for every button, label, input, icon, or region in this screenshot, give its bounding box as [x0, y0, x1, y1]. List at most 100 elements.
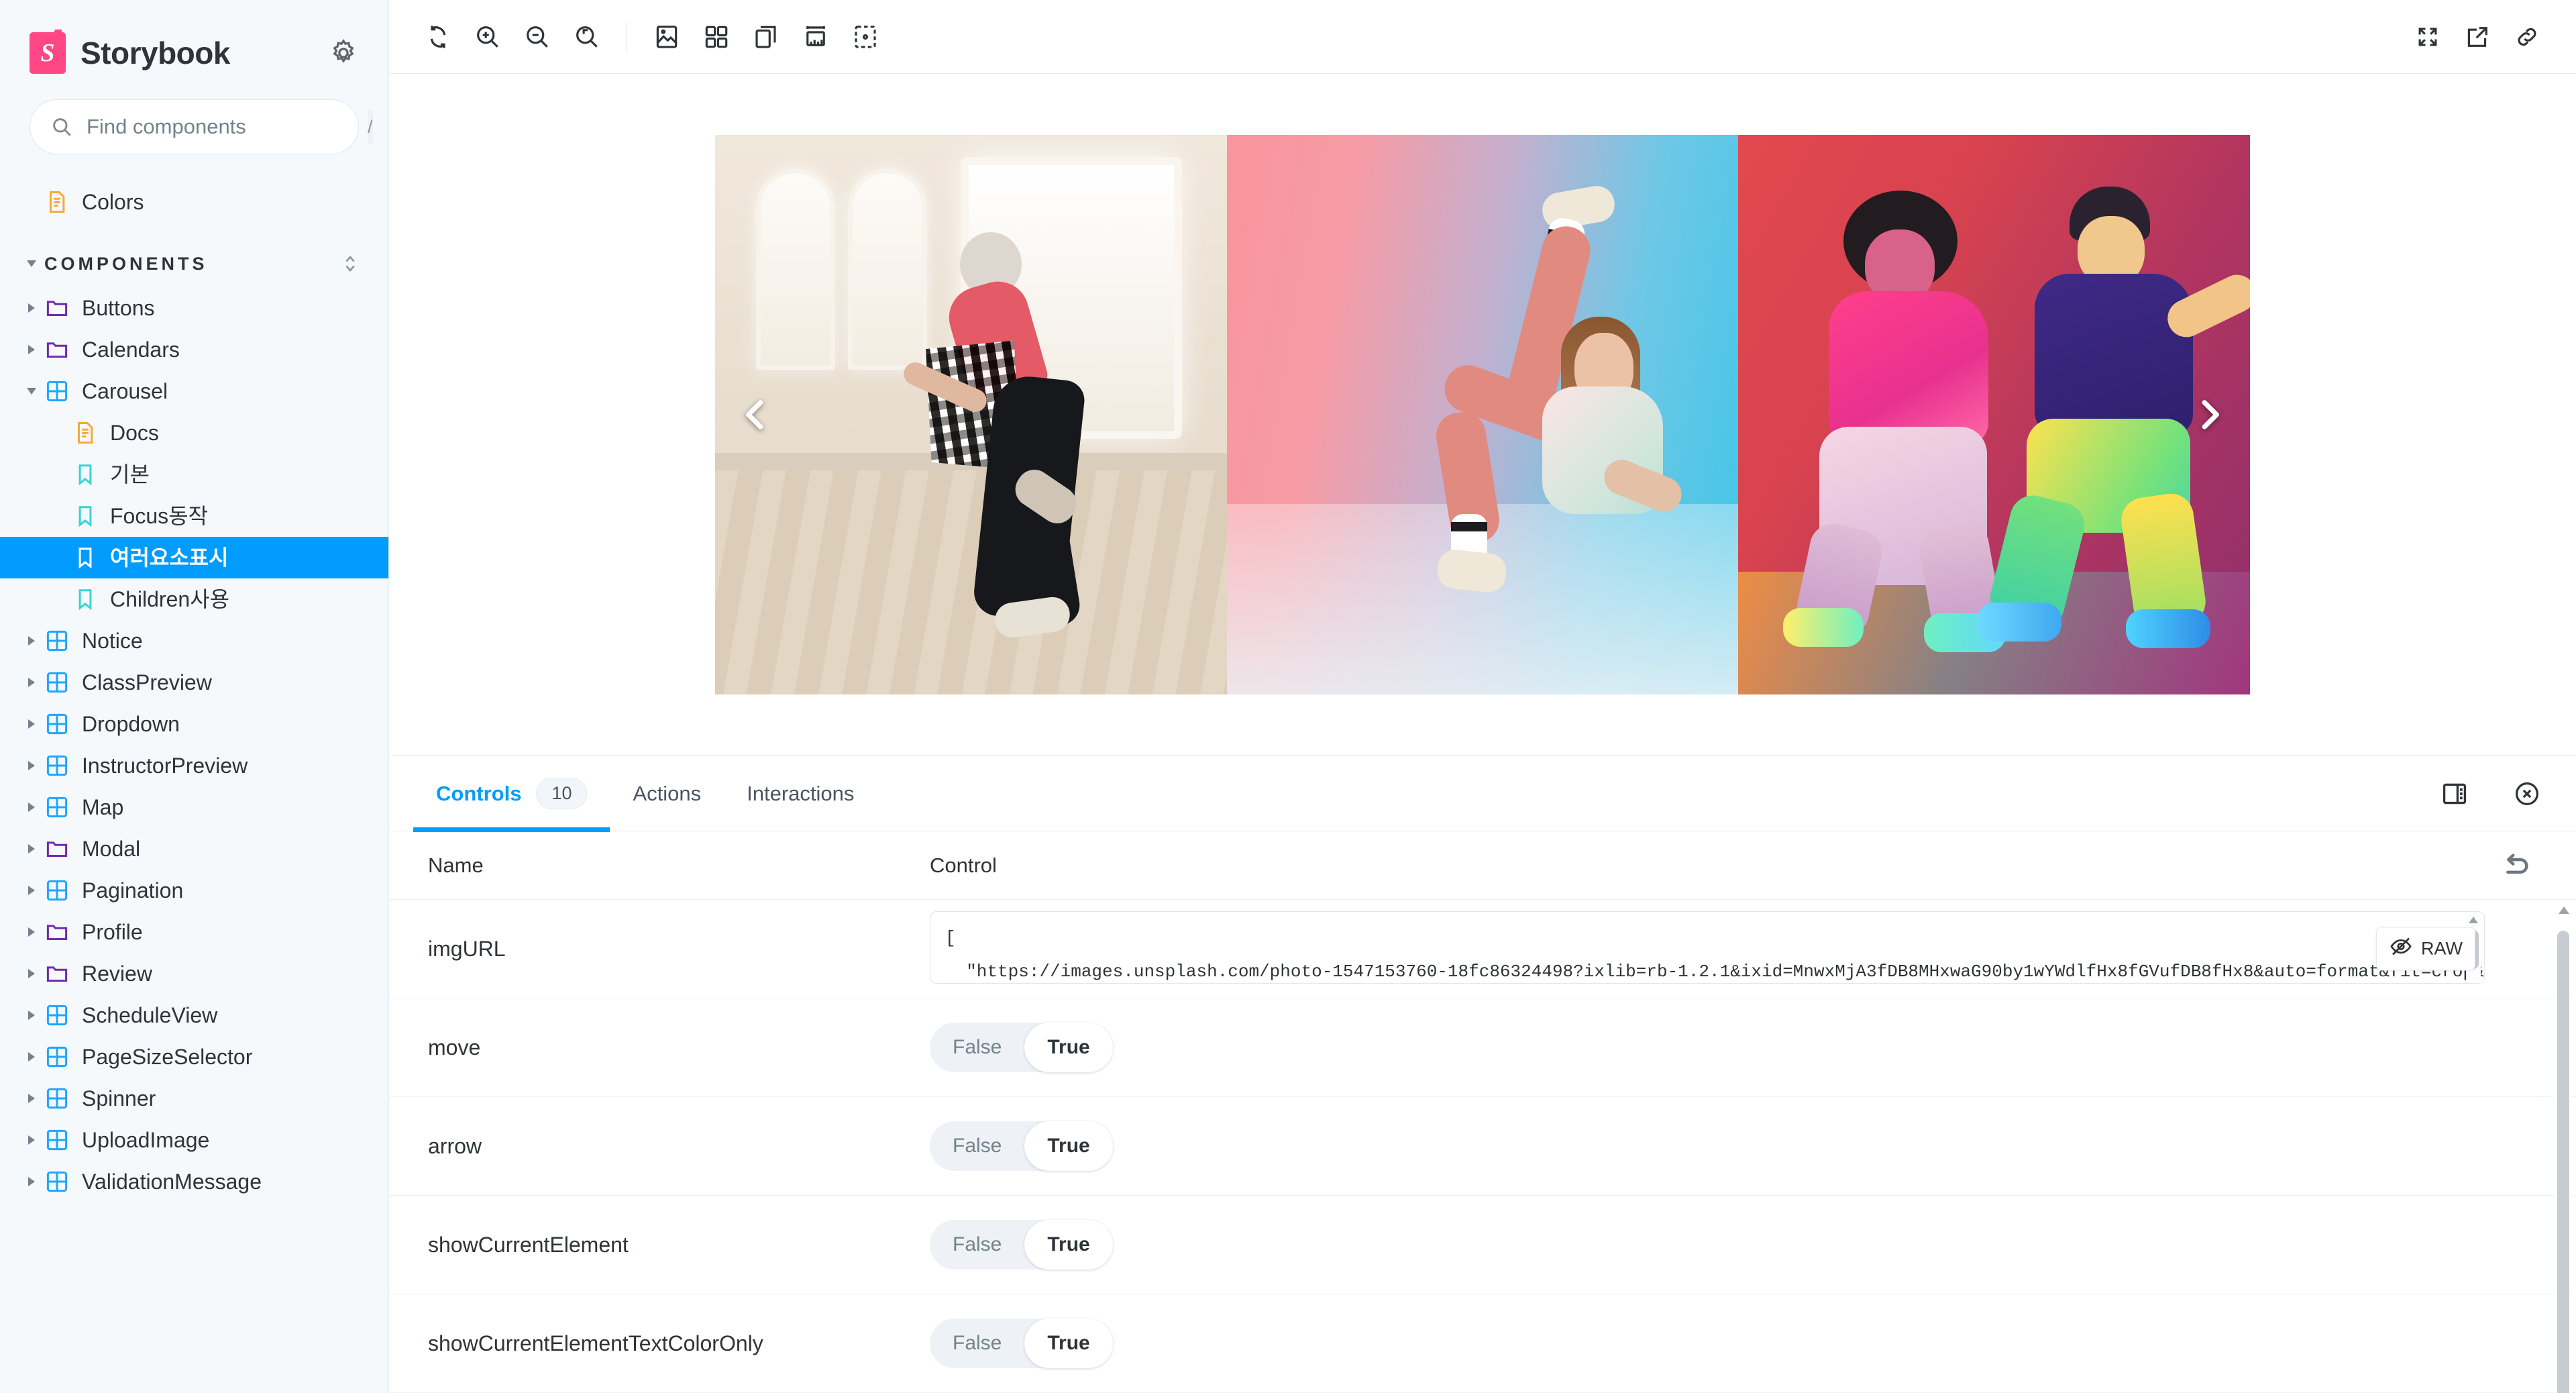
sidebar-item-label: 여러요소표시 — [110, 547, 229, 568]
zoom-reset-icon[interactable] — [562, 12, 612, 62]
chevron-right-icon — [23, 840, 40, 858]
control-widget: False True — [930, 1220, 2552, 1270]
sidebar-item-여러요소표시[interactable]: 여러요소표시 — [0, 537, 388, 578]
imgurl-textarea[interactable] — [930, 911, 2485, 984]
panel-position-icon[interactable] — [2430, 769, 2479, 819]
panel-scrollbar[interactable] — [2555, 900, 2572, 1393]
boolean-toggle-showcurrentelement[interactable]: False True — [930, 1220, 1113, 1270]
control-row-arrow: arrow False True — [389, 1097, 2576, 1196]
boolean-true-option[interactable]: True — [1024, 1220, 1112, 1270]
sidebar-item-label: Calendars — [82, 339, 180, 360]
sidebar-item-calendars[interactable]: Calendars — [0, 329, 388, 370]
sidebar-item-instructorpreview[interactable]: InstructorPreview — [0, 745, 388, 786]
sidebar-item-modal[interactable]: Modal — [0, 828, 388, 870]
remount-icon[interactable] — [413, 12, 463, 62]
fullscreen-icon[interactable] — [2403, 12, 2453, 62]
sidebar-item-children사용[interactable]: Children사용 — [0, 578, 388, 620]
search-input[interactable] — [87, 115, 354, 139]
carousel-prev-button[interactable] — [729, 388, 782, 442]
carousel-component[interactable] — [715, 135, 2250, 694]
outline-icon[interactable] — [841, 12, 890, 62]
sidebar-item-review[interactable]: Review — [0, 953, 388, 994]
boolean-toggle-last[interactable]: False True — [930, 1319, 1113, 1368]
sidebar-item-기본[interactable]: 기본 — [0, 454, 388, 495]
boolean-true-option[interactable]: True — [1024, 1319, 1112, 1368]
sidebar-item-map[interactable]: Map — [0, 786, 388, 828]
sidebar-item-label: Dropdown — [82, 713, 180, 735]
sidebar-item-docs[interactable]: Docs — [0, 412, 388, 454]
control-widget: RAW — [930, 911, 2552, 987]
chevron-right-icon — [23, 757, 40, 774]
boolean-true-option[interactable]: True — [1024, 1023, 1112, 1072]
search-box[interactable]: / — [30, 99, 359, 154]
component-icon — [44, 794, 70, 820]
control-name: imgURL — [413, 937, 930, 962]
boolean-toggle-move[interactable]: False True — [930, 1023, 1113, 1072]
sidebar-item-label: Map — [82, 796, 123, 818]
sidebar-item-carousel[interactable]: Carousel — [0, 370, 388, 412]
sidebar-item-label: Notice — [82, 630, 143, 652]
sidebar-item-profile[interactable]: Profile — [0, 911, 388, 953]
search-shortcut-key: / — [368, 109, 373, 144]
sidebar-item-classpreview[interactable]: ClassPreview — [0, 662, 388, 703]
tab-controls[interactable]: Controls 10 — [413, 756, 610, 831]
chevron-down-icon — [23, 255, 40, 272]
measure-icon[interactable] — [791, 12, 841, 62]
expand-collapse-icon[interactable] — [339, 252, 362, 275]
carousel-slide-1 — [715, 135, 1227, 694]
boolean-false-option[interactable]: False — [930, 1121, 1024, 1171]
open-new-tab-icon[interactable] — [2453, 12, 2502, 62]
column-header-name: Name — [413, 854, 930, 878]
boolean-true-option[interactable]: True — [1024, 1121, 1112, 1171]
component-icon — [44, 878, 70, 903]
reset-controls-icon[interactable] — [2497, 847, 2534, 884]
sidebar-item-focus동작[interactable]: Focus동작 — [0, 495, 388, 537]
boolean-false-option[interactable]: False — [930, 1319, 1024, 1368]
story-icon — [72, 545, 98, 570]
sidebar-item-buttons[interactable]: Buttons — [0, 287, 388, 329]
raw-label: RAW — [2421, 939, 2463, 960]
sidebar-item-colors[interactable]: Colors — [0, 181, 388, 223]
column-header-control: Control — [930, 854, 2497, 878]
tab-actions[interactable]: Actions — [610, 756, 724, 831]
sidebar-item-scheduleview[interactable]: ScheduleView — [0, 994, 388, 1036]
grid-icon[interactable] — [692, 12, 741, 62]
sidebar-section-components[interactable]: COMPONENTS — [0, 240, 388, 287]
boolean-false-option[interactable]: False — [930, 1023, 1024, 1072]
sidebar-item-dropdown[interactable]: Dropdown — [0, 703, 388, 745]
tab-interactions[interactable]: Interactions — [724, 756, 877, 831]
tab-controls-label: Controls — [436, 782, 521, 806]
sidebar-item-uploadimage[interactable]: UploadImage — [0, 1119, 388, 1161]
logo-mark: S — [40, 40, 54, 66]
gear-icon[interactable] — [328, 38, 359, 68]
sidebar-item-notice[interactable]: Notice — [0, 620, 388, 662]
component-icon — [44, 670, 70, 695]
component-icon — [44, 1002, 70, 1028]
search-icon — [50, 115, 73, 138]
sidebar-item-pagesizeselector[interactable]: PageSizeSelector — [0, 1036, 388, 1078]
component-icon — [44, 1044, 70, 1070]
zoom-in-icon[interactable] — [463, 12, 513, 62]
viewport-icon[interactable] — [741, 12, 791, 62]
carousel-next-button[interactable] — [2183, 388, 2237, 442]
backgrounds-icon[interactable] — [642, 12, 692, 62]
sidebar-item-pagination[interactable]: Pagination — [0, 870, 388, 911]
addons-panel: Controls 10 Actions Interactions — [389, 756, 2576, 1393]
raw-toggle-button[interactable]: RAW — [2376, 927, 2475, 971]
copy-link-icon[interactable] — [2502, 12, 2552, 62]
control-widget: False True — [930, 1319, 2552, 1368]
panel-tab-bar: Controls 10 Actions Interactions — [389, 756, 2576, 831]
sidebar-item-label: ScheduleView — [82, 1004, 217, 1026]
scroll-up-arrow-icon — [2469, 917, 2478, 923]
zoom-out-icon[interactable] — [513, 12, 562, 62]
sidebar-item-label: Modal — [82, 838, 140, 860]
close-panel-icon[interactable] — [2502, 769, 2552, 819]
sidebar-item-label: Children사용 — [110, 588, 229, 610]
sidebar-item-label: UploadImage — [82, 1129, 209, 1151]
boolean-false-option[interactable]: False — [930, 1220, 1024, 1270]
control-widget: False True — [930, 1121, 2552, 1171]
sidebar-item-spinner[interactable]: Spinner — [0, 1078, 388, 1119]
boolean-toggle-arrow[interactable]: False True — [930, 1121, 1113, 1171]
sidebar-item-validationmessage[interactable]: ValidationMessage — [0, 1161, 388, 1202]
brand[interactable]: S Storybook — [30, 32, 230, 74]
